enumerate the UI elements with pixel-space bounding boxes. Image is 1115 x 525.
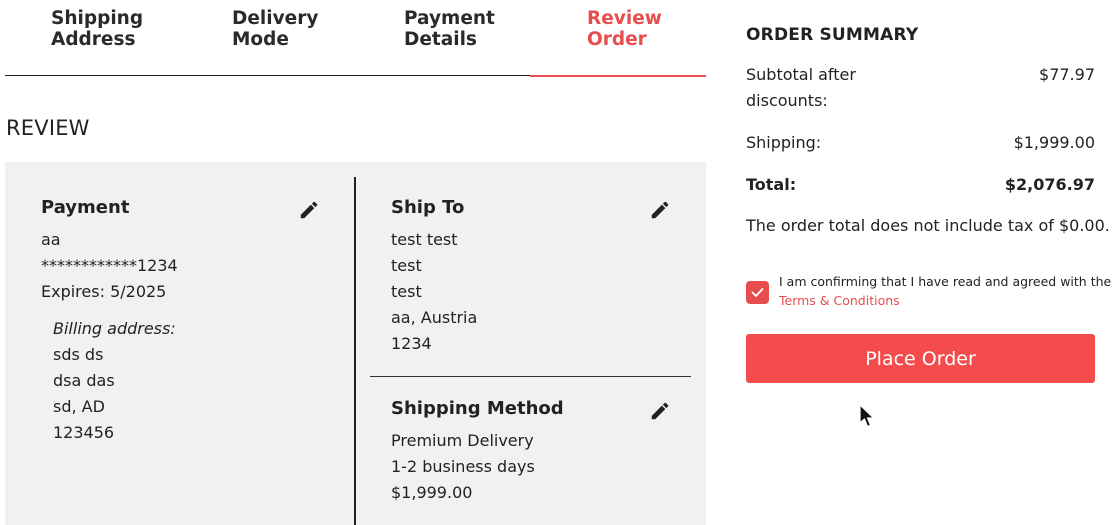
ship-to-line: test: [391, 282, 422, 301]
ship-to-line: 1234: [391, 334, 432, 353]
terms-confirmation-text: I am confirming that I have read and agr…: [779, 274, 1112, 289]
checkmark-icon: [751, 288, 764, 297]
row-divider: [370, 376, 691, 377]
subtotal-value: $77.97: [1039, 65, 1095, 84]
step-label-line2: Address: [51, 29, 136, 50]
column-divider: [354, 177, 356, 525]
shipping-method-title: Shipping Method: [391, 398, 564, 419]
ship-to-line: test: [391, 256, 422, 275]
step-label-line2: Details: [404, 29, 477, 50]
ship-to-line: aa, Austria: [391, 308, 478, 327]
review-panel: Payment aa ************1234 Expires: 5/2…: [5, 162, 706, 525]
mouse-cursor-icon: [859, 404, 875, 428]
edit-payment-pencil-icon[interactable]: [298, 199, 320, 221]
payment-title: Payment: [41, 197, 130, 218]
billing-address-label: Billing address:: [53, 319, 176, 338]
step-label-line2: Mode: [232, 29, 289, 50]
step-label-line1: Review: [587, 8, 662, 29]
subtotal-label-line2: discounts:: [746, 91, 828, 110]
step-shipping-address[interactable]: Shipping Address: [51, 8, 143, 50]
tax-note: The order total does not include tax of …: [746, 216, 1110, 235]
edit-ship-to-pencil-icon[interactable]: [649, 199, 671, 221]
total-value: $2,076.97: [1004, 175, 1095, 194]
step-label-line2: Order: [587, 29, 647, 50]
billing-address-line: sd, AD: [53, 397, 105, 416]
checkout-stepper: Shipping Address Delivery Mode Payment D…: [5, 0, 706, 77]
billing-address-line: dsa das: [53, 371, 115, 390]
shipping-label: Shipping:: [746, 133, 822, 152]
shipping-value: $1,999.00: [1013, 133, 1095, 152]
ship-to-title: Ship To: [391, 197, 465, 218]
ship-to-line: test test: [391, 230, 458, 249]
step-label-line1: Delivery: [232, 8, 319, 29]
subtotal-label-line1: Subtotal after: [746, 65, 856, 84]
order-summary-title: ORDER SUMMARY: [746, 25, 919, 45]
active-step-indicator: [530, 74, 706, 77]
step-label-line1: Shipping: [51, 8, 144, 29]
terms-conditions-link[interactable]: Terms & Conditions: [779, 293, 900, 308]
place-order-button[interactable]: Place Order: [746, 334, 1095, 383]
shipping-method-line: 1-2 business days: [391, 457, 535, 476]
step-review-order[interactable]: Review Order: [587, 8, 662, 50]
billing-address-line: sds ds: [53, 345, 104, 364]
billing-address-line: 123456: [53, 423, 115, 442]
total-label: Total:: [746, 175, 797, 194]
review-heading: REVIEW: [6, 116, 90, 140]
step-delivery-mode[interactable]: Delivery Mode: [232, 8, 318, 50]
terms-checkbox[interactable]: [746, 281, 769, 304]
step-label-line1: Payment: [404, 8, 495, 29]
payment-name: aa: [41, 230, 61, 249]
shipping-method-line: Premium Delivery: [391, 431, 534, 450]
shipping-method-line: $1,999.00: [391, 483, 473, 502]
step-payment-details[interactable]: Payment Details: [404, 8, 495, 50]
payment-card-number: ************1234: [41, 256, 178, 275]
payment-expiry: Expires: 5/2025: [41, 282, 167, 301]
edit-shipping-method-pencil-icon[interactable]: [649, 400, 671, 422]
